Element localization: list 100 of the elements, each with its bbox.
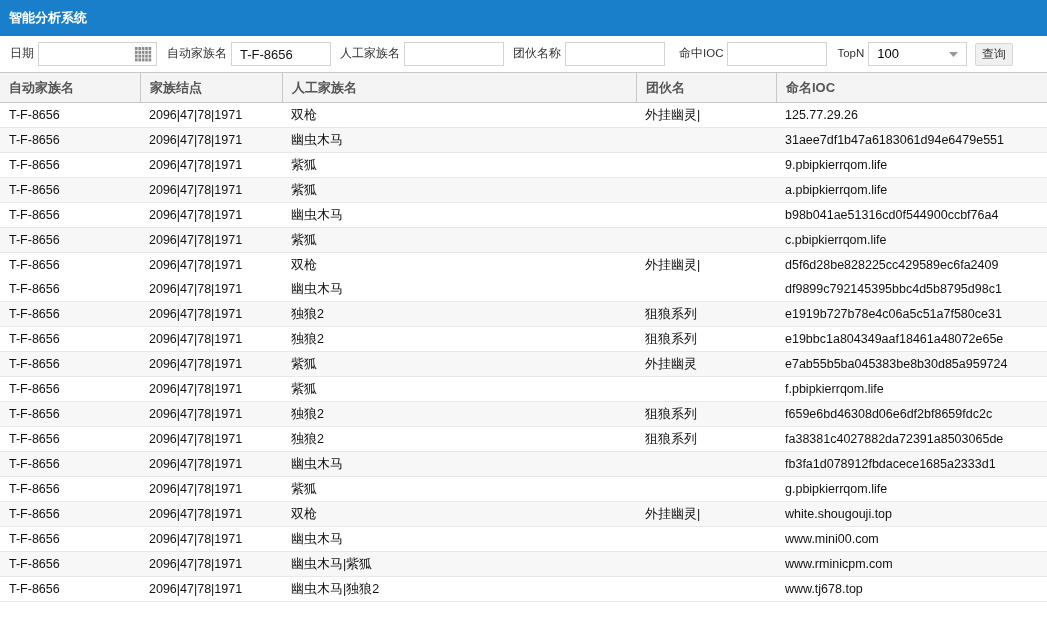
table-cell-text: c.pbipkierrqom.life [785,231,887,249]
table-row[interactable]: T-F-8656 2096|47|78|1971 紫狐 a.pbipkierrqom.life [0,178,1047,203]
table-row[interactable]: T-F-8656 2096|47|78|1971 双枪 外挂幽灵| white.shougouji.top [0,502,1047,527]
table-row[interactable]: T-F-8656 2096|47|78|1971 幽虫木马 31aee7df1b47a6183061d94e6479e551 [0,128,1047,153]
table-cell-text: b98b041ae51316cd0f544900ccbf76a4 [785,206,999,224]
table-row[interactable]: T-F-8656 2096|47|78|1971 幽虫木马 fb3fa1d078912fbdacece1685a2333d1 [0,452,1047,477]
table-cell-text: T-F-8656 [9,106,60,124]
table-cell-text: T-F-8656 [9,305,60,323]
table-cell-text: 紫狐 [291,355,317,373]
table-cell-text: 2096|47|78|1971 [149,580,243,598]
column-header: 命名IOC [776,73,1047,102]
filter-label: 日期 [10,46,34,62]
table-cell-text: T-F-8656 [9,355,60,373]
table-cell-text: 2096|47|78|1971 [149,405,243,423]
table-cell-text: 独狼2 [291,405,324,423]
table-cell-text: 9.pbipkierrqom.life [785,156,888,174]
filter-label: 团伙名称 [513,46,561,62]
table-cell-text: 幽虫木马 [291,455,343,473]
table-cell-text: d5f6d28be828225cc429589ec6fa2409 [785,256,999,274]
table-cell-text: T-F-8656 [9,580,60,598]
table-cell-text: e19bbc1a804349aaf18461a48072e65e [785,330,1004,348]
table-cell-text: T-F-8656 [9,455,60,473]
table-cell-text: T-F-8656 [9,505,60,523]
table-cell-text: 2096|47|78|1971 [149,305,243,323]
table-row[interactable]: T-F-8656 2096|47|78|1971 独狼2 狙狼系列 f659e6bd46308d06e6df2bf8659fdc2c [0,402,1047,427]
table-cell-text: T-F-8656 [9,181,60,199]
table-row[interactable]: T-F-8656 2096|47|78|1971 紫狐 c.pbipkierrqom.life [0,228,1047,253]
table-cell-text: T-F-8656 [9,131,60,149]
table-cell-text: 2096|47|78|1971 [149,330,243,348]
table-row[interactable]: T-F-8656 2096|47|78|1971 紫狐 外挂幽灵 e7ab55b5ba045383be8b30d85a959724 [0,352,1047,377]
table-cell-text: T-F-8656 [9,256,60,274]
table-cell-text: 2096|47|78|1971 [149,256,243,274]
table-cell-text: 双枪 [291,256,317,274]
table-cell-text: 紫狐 [291,231,317,249]
table-cell-text: f659e6bd46308d06e6df2bf8659fdc2c [785,405,993,423]
table-row[interactable]: T-F-8656 2096|47|78|1971 幽虫木马|紫狐 www.rminicpm.com [0,552,1047,577]
input-field[interactable] [404,42,504,66]
table-cell-text: T-F-8656 [9,380,60,398]
table-cell-text: 外挂幽灵| [645,505,701,523]
table-cell-text: a.pbipkierrqom.life [785,181,888,199]
table-cell-text: 幽虫木马 [291,280,343,298]
table-cell-text: 幽虫木马|紫狐 [291,555,373,573]
query-button[interactable]: 查询 [975,42,1014,66]
table-cell-text: T-F-8656 [9,206,60,224]
table-cell-text: 外挂幽灵| [645,256,701,274]
table-cell-text: T-F-8656 [9,530,60,548]
table-cell-text: 双枪 [291,505,317,523]
table-cell-text: df9899c792145395bbc4d5b8795d98c1 [785,280,1002,298]
table-cell-text: f.pbipkierrqom.life [785,380,884,398]
table-cell-text: T-F-8656 [9,156,60,174]
column-header: 自动家族名 [8,78,75,97]
input-field[interactable] [727,42,828,66]
table-cell-text: T-F-8656 [9,330,60,348]
calendar-icon [135,46,152,62]
table-cell-text: 紫狐 [291,156,317,174]
table-cell-text: 独狼2 [291,305,324,323]
table-cell-text: www.mini00.com [785,530,879,548]
table-cell-text: 外挂幽灵| [645,106,701,124]
table-cell-text: 2096|47|78|1971 [149,131,243,149]
table-cell-text: T-F-8656 [9,280,60,298]
filter-label: TopN [837,46,865,62]
table-cell-text: T-F-8656 [9,555,60,573]
date-field[interactable] [38,42,157,66]
table-cell-text: 狙狼系列 [645,430,697,448]
filter-label: 自动家族名 [167,46,227,62]
dropdown-caret-icon [949,51,959,57]
table-cell-text: www.tj678.top [785,580,863,598]
table-cell-text: 紫狐 [291,480,317,498]
topn-select[interactable]: 100 [868,42,968,66]
input-field[interactable]: T-F-8656 [231,42,331,66]
input-field[interactable] [565,42,665,66]
table-cell-text: 幽虫木马|独狼2 [291,580,380,598]
table-cell-text: g.pbipkierrqom.life [785,480,888,498]
table-cell-text: www.rminicpm.com [785,555,893,573]
table-cell-text: 紫狐 [291,380,317,398]
table-cell-text: 2096|47|78|1971 [149,156,243,174]
table-cell-text: 幽虫木马 [291,530,343,548]
table-row[interactable]: T-F-8656 2096|47|78|1971 独狼2 狙狼系列 e1919b727b78e4c06a5c51a7f580ce31 [0,302,1047,327]
table-cell-text: 狙狼系列 [645,405,697,423]
table-cell-text: 2096|47|78|1971 [149,280,243,298]
table-cell-text: 2096|47|78|1971 [149,555,243,573]
table-cell-text: fa38381c4027882da72391a8503065de [785,430,1004,448]
table-cell-text: 2096|47|78|1971 [149,181,243,199]
table-cell-text: 狙狼系列 [645,305,697,323]
table-cell-text: fb3fa1d078912fbdacece1685a2333d1 [785,455,996,473]
app-title: 智能分析系统 [9,9,87,28]
table-cell-text: T-F-8656 [9,231,60,249]
table-cell-text: T-F-8656 [9,430,60,448]
table-cell-text: 幽虫木马 [291,131,343,149]
table-cell-text: 幽虫木马 [291,206,343,224]
table-cell-text: 独狼2 [291,330,324,348]
table-cell-text: e1919b727b78e4c06a5c51a7f580ce31 [785,305,1002,323]
column-header: 团伙名 [636,73,776,102]
table-cell-text: T-F-8656 [9,405,60,423]
table-cell-text: 2096|47|78|1971 [149,380,243,398]
table-cell-text: 2096|47|78|1971 [149,355,243,373]
table-cell-text: 2096|47|78|1971 [149,455,243,473]
table-cell-text: 狙狼系列 [645,330,697,348]
column-header: 家族结点 [140,73,282,102]
filter-label: 命中IOC [679,46,724,62]
